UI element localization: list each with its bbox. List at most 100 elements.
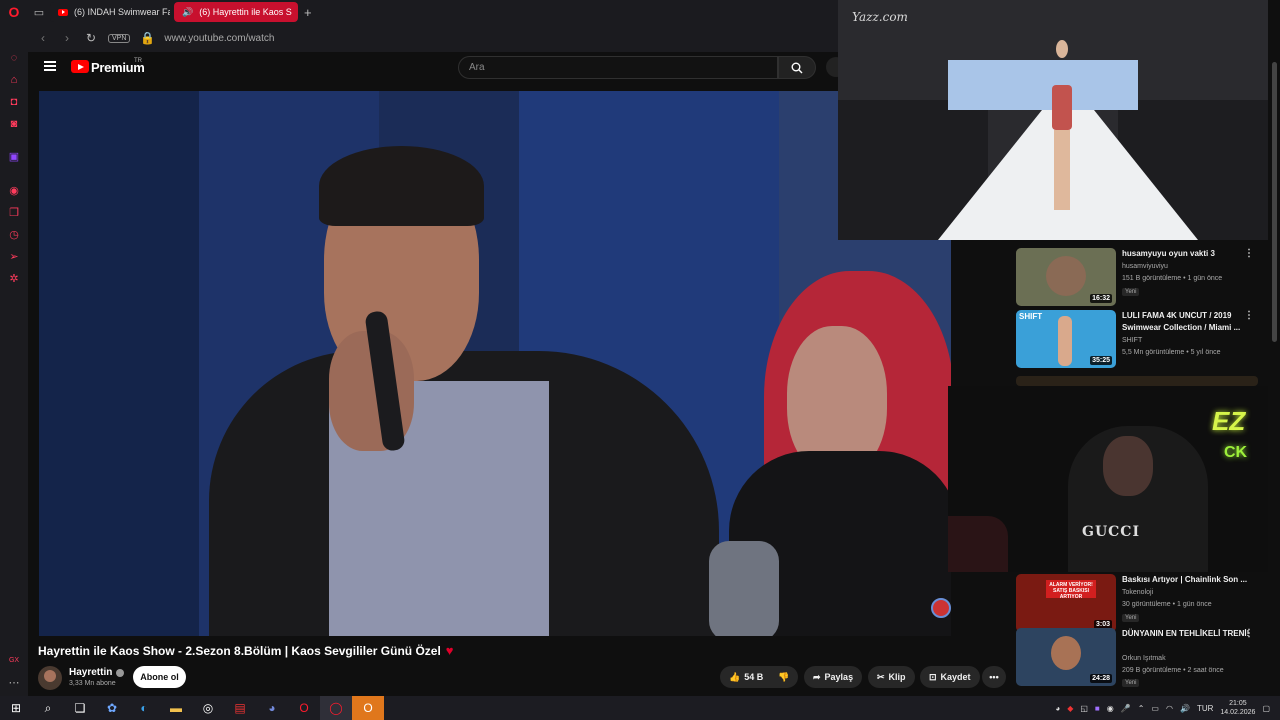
edge-icon[interactable]: ◐ (128, 696, 160, 720)
recommendation-channel[interactable]: husamviyuviyu (1122, 263, 1168, 270)
instagram-icon[interactable]: ◘ (6, 94, 22, 110)
neon-sign: EZ (1212, 406, 1246, 436)
youtube-logo-icon[interactable] (71, 60, 89, 73)
whatsapp-icon[interactable]: ◙ (6, 116, 22, 132)
opera-logo-icon[interactable]: O (0, 0, 28, 24)
forward-icon[interactable]: › (60, 31, 74, 45)
search-icon[interactable]: ⌕ (32, 696, 64, 720)
video-title: Hayrettin ile Kaos Show - 2.Sezon 8.Bölü… (38, 643, 758, 658)
app-tray-icon[interactable]: ■ (1095, 704, 1100, 713)
reload-icon[interactable]: ↻ (84, 31, 98, 45)
tab-hayrettin[interactable]: 🔊 (6) Hayrettin ile Kaos S (174, 2, 298, 22)
opera-gx-taskbar-icon[interactable]: ◯ (320, 696, 352, 720)
send-icon[interactable]: ➢ (6, 248, 22, 264)
video-editor-icon[interactable]: ▤ (224, 696, 256, 720)
channel-name-text[interactable]: Hayrettin (69, 667, 112, 678)
search-button[interactable] (778, 56, 816, 79)
more-vert-icon[interactable]: ⋮ (1244, 248, 1254, 259)
bag-icon[interactable]: ⌂ (6, 72, 22, 88)
recommendation-title[interactable]: Baskısı Artıyor | Chainlink Son ... (1122, 574, 1252, 586)
new-tab-button[interactable]: + (304, 5, 312, 20)
recommendation-title[interactable]: LULI FAMA 4K UNCUT / 2019 Swimwear Colle… (1122, 310, 1252, 334)
windows-start-icon[interactable]: ⊞ (0, 696, 32, 720)
twitch-icon[interactable]: ▣ (6, 148, 22, 164)
recommendation-thumbnail[interactable]: ALARM VERİYOR! SATIŞ BASKISI ARTIYOR 3:0… (1016, 574, 1116, 632)
discord-tray-icon[interactable]: ◕ (1055, 704, 1060, 713)
channel-avatar[interactable] (38, 666, 62, 690)
task-view-icon[interactable]: ❏ (64, 696, 96, 720)
messenger-icon[interactable]: ◌ (6, 50, 22, 66)
recommendation-thumbnail-partial[interactable] (1016, 376, 1258, 386)
recommendation-thumbnail[interactable]: SHIFT 35:25 (1016, 310, 1116, 368)
curtain (39, 91, 199, 636)
channel-watermark[interactable] (931, 598, 951, 618)
notifications-icon[interactable]: ▢ (1262, 704, 1270, 713)
nvidia-tray-icon[interactable]: ◉ (1107, 704, 1114, 713)
vpn-badge[interactable]: VPN (108, 33, 131, 43)
video-player[interactable] (39, 91, 951, 636)
more-vert-icon[interactable]: ⋮ (1244, 310, 1254, 321)
recommendation-channel[interactable]: Orkun Işıtmak (1122, 655, 1166, 662)
opera-sidebar: ◌ ⌂ ◘ ◙ ▣ ◉ ❐ ◷ ➢ ✲ GX ⋯ (0, 24, 28, 696)
tab-menu-icon[interactable]: ▭ (28, 0, 50, 24)
recommendation-item[interactable]: ALARM VERİYOR! SATIŞ BASKISI ARTIYOR 3:0… (1016, 574, 1268, 634)
player-icon[interactable]: ◉ (6, 182, 22, 198)
tab-indah[interactable]: (6) INDAH Swimwear Fash (50, 2, 170, 22)
file-explorer-icon[interactable]: ▬ (160, 696, 192, 720)
gaming-chair (948, 516, 1008, 572)
search-icon (791, 62, 803, 73)
subscribe-button[interactable]: Abone ol (133, 666, 186, 688)
system-tray: ◕ ◆ ◱ ■ ◉ 🎤 ⌃ ▭ ◠ 🔊 TUR 21:05 14.02.2026… (1055, 696, 1270, 720)
language-indicator[interactable]: TUR (1197, 704, 1213, 713)
speaker-icon[interactable]: 🔊 (182, 7, 193, 18)
recommendation-title[interactable]: DÜNYANIN EN TEHLİKELİ TRENİ! (1122, 628, 1252, 640)
settings-app-icon[interactable]: ◎ (192, 696, 224, 720)
settings-icon[interactable]: ✲ (6, 270, 22, 286)
clip-button[interactable]: ✂ Klip (868, 666, 915, 688)
opera-taskbar-icon[interactable]: O (288, 696, 320, 720)
recommendation-channel[interactable]: Tokenoloji (1122, 589, 1153, 596)
opera-app-icon[interactable]: O (352, 696, 384, 720)
menu-icon[interactable] (44, 61, 56, 71)
history-icon[interactable]: ◷ (6, 226, 22, 242)
save-button[interactable]: ⊡ Kaydet (920, 666, 980, 688)
shield-tray-icon[interactable]: ◆ (1067, 704, 1073, 713)
bookmark-icon: ⊡ (929, 671, 937, 682)
recommendation-thumbnail[interactable]: 16:32 (1016, 248, 1116, 306)
more-vert-icon[interactable]: ⋮ (1244, 628, 1254, 639)
clock[interactable]: 21:05 14.02.2026 (1220, 699, 1255, 717)
volume-icon[interactable]: 🔊 (1180, 704, 1190, 713)
discord-icon[interactable]: ◕ (256, 696, 288, 720)
search-input[interactable]: Ara (458, 56, 778, 79)
bookmarks-icon[interactable]: ❐ (6, 204, 22, 220)
channel-name[interactable]: Hayrettin (69, 667, 125, 678)
url-field[interactable]: www.youtube.com/watch (164, 33, 274, 44)
recommendation-item[interactable]: SHIFT 35:25 LULI FAMA 4K UNCUT / 2019 Sw… (1016, 310, 1268, 370)
new-badge: Yeni (1122, 679, 1140, 687)
recommendation-item[interactable]: 24:28 DÜNYANIN EN TEHLİKELİ TRENİ! Orkun… (1016, 628, 1268, 688)
back-icon[interactable]: ‹ (36, 31, 50, 45)
recommendation-thumbnail[interactable]: 24:28 (1016, 628, 1116, 686)
copilot-icon[interactable]: ✿ (96, 696, 128, 720)
recommendation-title[interactable]: husamyuyu oyun vakti 3 (1122, 248, 1252, 260)
mic-tray-icon[interactable]: 🎤 (1121, 704, 1131, 713)
video-title-text: Hayrettin ile Kaos Show - 2.Sezon 8.Bölü… (38, 643, 441, 658)
wifi-icon[interactable]: ◠ (1166, 704, 1173, 713)
scrollbar-thumb[interactable] (1272, 62, 1277, 342)
more-actions-button[interactable]: ••• (982, 666, 1006, 688)
mini-player[interactable]: Yazz.com (838, 0, 1268, 240)
chevron-up-icon[interactable]: ⌃ (1138, 704, 1145, 713)
like-button[interactable]: 👍 54 B (720, 666, 772, 688)
network-tray-icon[interactable]: ◱ (1080, 704, 1088, 713)
extension-icon[interactable]: GX (6, 652, 22, 668)
streamer-face (1103, 436, 1153, 496)
recommendation-item[interactable]: 16:32 husamyuyu oyun vakti 3 husamviyuvi… (1016, 248, 1268, 308)
dislike-button[interactable]: 👎 (769, 666, 799, 688)
woman-sleeve (709, 541, 779, 636)
address-bar: ‹ › ↻ VPN 🔒 www.youtube.com/watch (28, 24, 838, 52)
recommendation-channel[interactable]: SHIFT (1122, 337, 1142, 344)
more-icon[interactable]: ⋯ (6, 674, 22, 690)
share-button[interactable]: ➦ Paylaş (804, 666, 863, 688)
page-scrollbar[interactable] (1269, 24, 1280, 696)
monitor-tray-icon[interactable]: ▭ (1151, 704, 1159, 713)
